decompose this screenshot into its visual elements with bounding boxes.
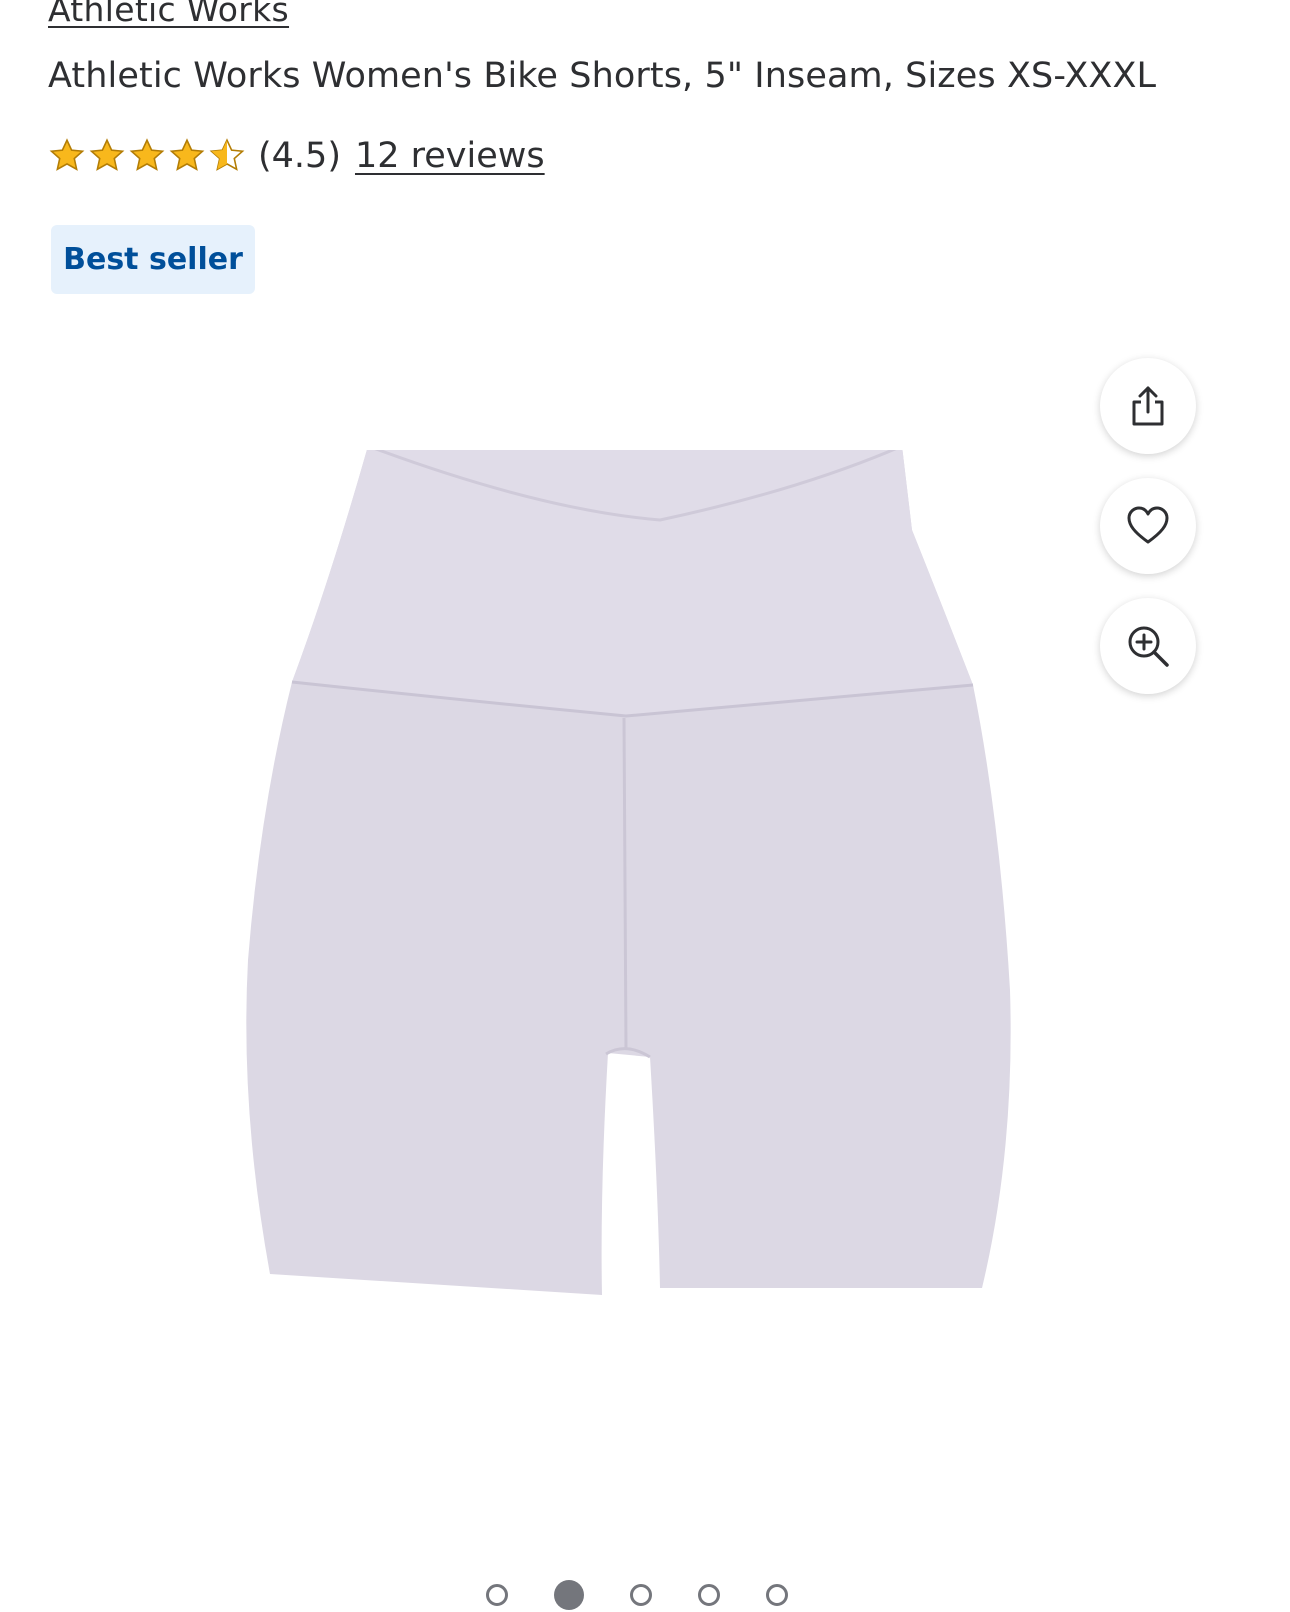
carousel-dot-2[interactable]	[554, 1580, 584, 1610]
share-icon	[1132, 386, 1164, 426]
rating-value: (4.5)	[258, 136, 341, 176]
waistband	[292, 450, 973, 716]
carousel-dot-5[interactable]	[766, 1584, 788, 1606]
star-rating	[48, 137, 246, 175]
zoom-in-icon	[1128, 626, 1169, 667]
star-full-icon	[89, 138, 125, 171]
reviews-link[interactable]: 12 reviews	[355, 136, 545, 176]
heart-icon	[1127, 506, 1169, 544]
brand-link[interactable]: Athletic Works	[48, 0, 289, 29]
star-full-icon	[169, 138, 205, 171]
carousel-dot-4[interactable]	[698, 1584, 720, 1606]
zoom-button[interactable]	[1100, 598, 1196, 694]
star-full-icon	[129, 138, 165, 171]
best-seller-badge: Best seller	[51, 225, 255, 294]
carousel-dot-3[interactable]	[630, 1584, 652, 1606]
product-title: Athletic Works Women's Bike Shorts, 5" I…	[48, 56, 1157, 96]
favorite-button[interactable]	[1100, 478, 1196, 574]
star-half-icon	[209, 138, 245, 171]
carousel-dot-1[interactable]	[486, 1584, 508, 1606]
star-full-icon	[49, 138, 85, 171]
share-button[interactable]	[1100, 358, 1196, 454]
rating-row: (4.5) 12 reviews	[48, 133, 545, 179]
carousel-indicators	[486, 1580, 788, 1610]
product-image[interactable]	[240, 450, 1040, 1350]
